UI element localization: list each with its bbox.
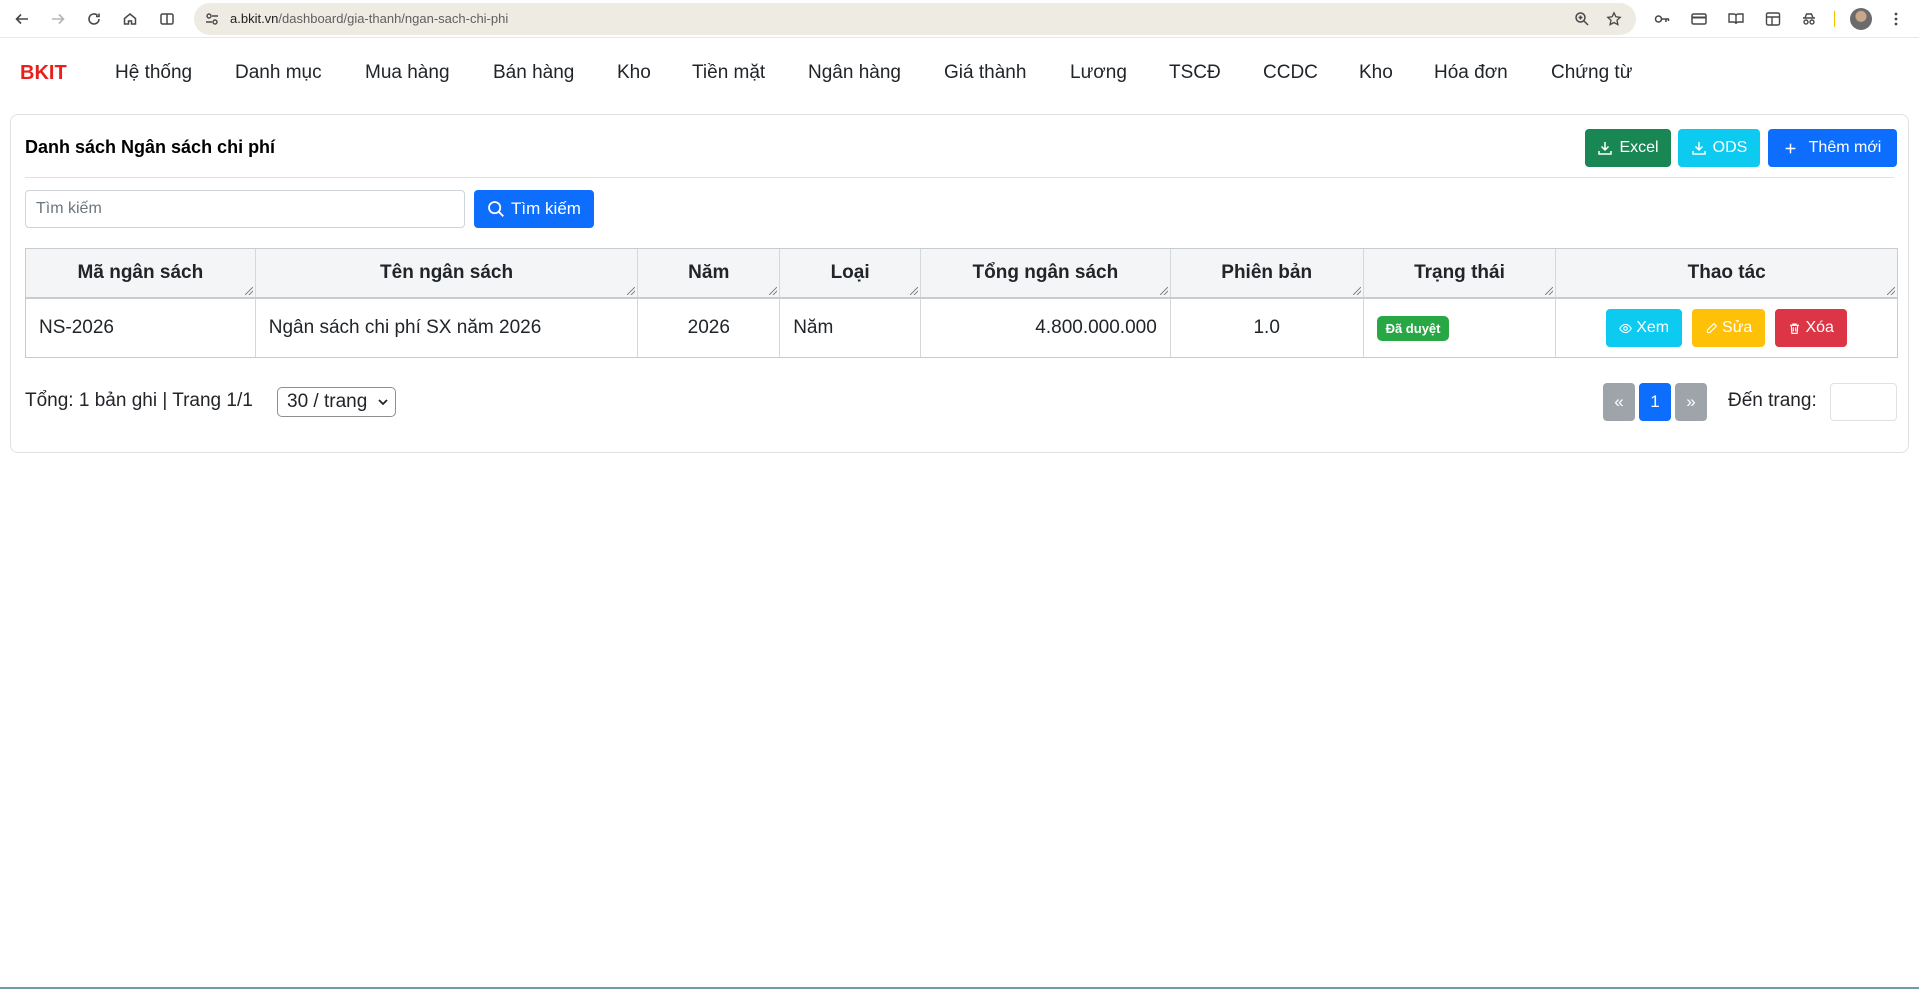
nav-item-chung-tu[interactable]: Chứng từ — [1551, 62, 1632, 84]
goto-page-label: Đến trang: — [1728, 390, 1817, 411]
page-title: Danh sách Ngân sách chi phí — [25, 137, 276, 157]
download-icon — [1598, 142, 1613, 155]
nav-item-luong[interactable]: Lương — [1070, 62, 1127, 84]
main-nav: BKIT Hệ thống Danh mục Mua hàng Bán hàng… — [0, 42, 1919, 102]
column-header-name[interactable]: Tên ngân sách — [256, 249, 639, 297]
bookmark-star-icon[interactable] — [1606, 11, 1622, 27]
nav-item-danh-muc[interactable]: Danh mục — [235, 62, 322, 84]
card-icon[interactable] — [1690, 10, 1708, 28]
cell-version: 1.0 — [1171, 299, 1364, 357]
cell-year: 2026 — [638, 299, 781, 357]
search-button[interactable]: Tìm kiếm — [474, 190, 594, 228]
column-header-total[interactable]: Tổng ngân sách — [921, 249, 1171, 297]
search-input[interactable]: Tìm kiếm — [25, 190, 465, 228]
plus-icon — [1785, 143, 1796, 153]
forward-arrow-icon[interactable] — [48, 9, 68, 29]
reading-mode-icon[interactable] — [1727, 10, 1745, 28]
page-size-value: 30 / trang — [287, 391, 368, 412]
search-button-label: Tìm kiếm — [511, 199, 581, 218]
delete-button[interactable]: Xóa — [1775, 309, 1848, 347]
nav-item-gia-thanh[interactable]: Giá thành — [944, 62, 1026, 84]
resize-handle[interactable] — [1887, 287, 1895, 295]
column-header-type[interactable]: Loại — [780, 249, 922, 297]
budget-table: Mã ngân sách Tên ngân sách Năm Loại Tổng… — [25, 248, 1898, 358]
prev-page-button[interactable]: « — [1603, 383, 1635, 421]
layout-icon[interactable] — [1764, 10, 1782, 28]
resize-handle[interactable] — [1545, 287, 1554, 295]
nav-item-ngan-hang[interactable]: Ngân hàng — [808, 62, 901, 84]
pagination-summary: Tổng: 1 bản ghi | Trang 1/1 — [25, 390, 253, 411]
resize-handle[interactable] — [769, 287, 778, 295]
table-header: Mã ngân sách Tên ngân sách Năm Loại Tổng… — [26, 249, 1897, 299]
budget-list-card: Danh sách Ngân sách chi phí Excel ODS Th… — [10, 114, 1909, 453]
address-bar[interactable]: a.bkit.vn/dashboard/gia-thanh/ngan-sach-… — [194, 3, 1636, 35]
trash-icon — [1790, 322, 1800, 334]
split-view-icon[interactable] — [157, 9, 177, 29]
home-icon[interactable] — [120, 9, 140, 29]
column-header-status[interactable]: Trạng thái — [1364, 249, 1557, 297]
eye-icon — [1619, 323, 1633, 333]
resize-handle[interactable] — [627, 287, 636, 295]
nav-item-ccdc[interactable]: CCDC — [1263, 62, 1318, 84]
cell-type: Năm — [780, 299, 922, 357]
view-button-label: Xem — [1636, 319, 1670, 336]
edit-button-label: Sửa — [1722, 319, 1753, 336]
add-new-button[interactable]: Thêm mới — [1768, 129, 1897, 167]
column-header-actions[interactable]: Thao tác — [1556, 249, 1897, 297]
toolbar-divider — [1834, 11, 1835, 27]
url-text: a.bkit.vn/dashboard/gia-thanh/ngan-sach-… — [230, 11, 509, 26]
browser-toolbar: a.bkit.vn/dashboard/gia-thanh/ngan-sach-… — [0, 0, 1919, 38]
export-ods-label: ODS — [1712, 139, 1748, 156]
header-divider — [25, 177, 1894, 178]
resize-handle[interactable] — [1352, 287, 1361, 295]
search-icon — [488, 201, 504, 217]
next-page-button[interactable]: » — [1675, 383, 1707, 421]
cell-total: 4.800.000.000 — [921, 299, 1171, 357]
incognito-icon[interactable] — [1800, 10, 1818, 28]
pencil-icon — [1706, 322, 1718, 333]
nav-item-mua-hang[interactable]: Mua hàng — [365, 62, 450, 84]
delete-button-label: Xóa — [1805, 319, 1834, 336]
brand-logo[interactable]: BKIT — [20, 62, 67, 85]
page-size-select[interactable]: 30 / trang — [277, 387, 396, 417]
page-1-button[interactable]: 1 — [1639, 383, 1671, 421]
column-header-code[interactable]: Mã ngân sách — [26, 249, 256, 297]
search-placeholder: Tìm kiếm — [36, 200, 102, 217]
password-key-icon[interactable] — [1653, 10, 1671, 28]
nav-item-kho[interactable]: Kho — [617, 62, 651, 84]
goto-page-input[interactable] — [1830, 383, 1897, 421]
back-arrow-icon[interactable] — [12, 9, 32, 29]
column-header-version[interactable]: Phiên bản — [1171, 249, 1364, 297]
nav-item-tien-mat[interactable]: Tiền mặt — [692, 62, 765, 84]
table-row[interactable]: NS-2026 Ngân sách chi phí SX năm 2026 20… — [26, 299, 1897, 357]
view-button[interactable]: Xem — [1606, 309, 1683, 347]
edit-button[interactable]: Sửa — [1692, 309, 1766, 347]
more-menu-icon[interactable] — [1887, 10, 1905, 28]
cell-code: NS-2026 — [26, 299, 256, 357]
cell-actions: Xem Sửa Xóa — [1556, 299, 1897, 357]
nav-item-he-thong[interactable]: Hệ thống — [115, 62, 192, 84]
zoom-icon[interactable] — [1574, 11, 1590, 27]
cell-name: Ngân sách chi phí SX năm 2026 — [256, 299, 639, 357]
status-badge: Đã duyệt — [1376, 315, 1450, 341]
download-icon — [1691, 142, 1706, 155]
resize-handle[interactable] — [1159, 287, 1168, 295]
profile-avatar[interactable] — [1850, 8, 1872, 30]
resize-handle[interactable] — [910, 287, 919, 295]
nav-item-ban-hang[interactable]: Bán hàng — [493, 62, 574, 84]
nav-item-hoa-don[interactable]: Hóa đơn — [1434, 62, 1508, 84]
resize-handle[interactable] — [244, 287, 253, 295]
reload-icon[interactable] — [84, 9, 104, 29]
chevron-down-icon — [378, 399, 388, 406]
site-settings-icon[interactable] — [204, 11, 220, 27]
export-excel-label: Excel — [1619, 139, 1659, 156]
add-new-label: Thêm mới — [1808, 139, 1882, 156]
export-ods-button[interactable]: ODS — [1678, 129, 1760, 167]
nav-item-kho-2[interactable]: Kho — [1359, 62, 1393, 84]
cell-status: Đã duyệt — [1364, 299, 1557, 357]
column-header-year[interactable]: Năm — [638, 249, 781, 297]
nav-item-tscd[interactable]: TSCĐ — [1169, 62, 1221, 84]
export-excel-button[interactable]: Excel — [1585, 129, 1671, 167]
